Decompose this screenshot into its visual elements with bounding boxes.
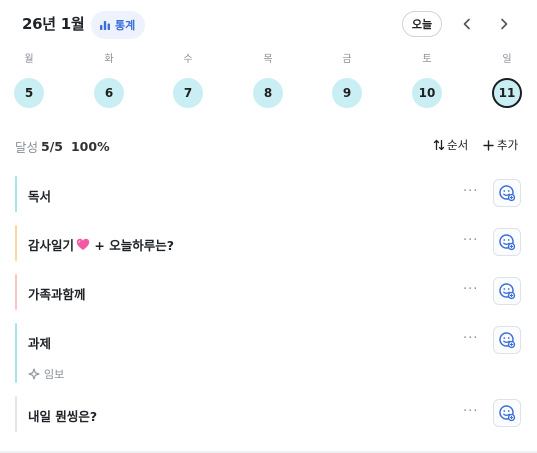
habit-title: 감사일기 + 오늘하루는? — [28, 235, 174, 254]
more-options-button[interactable]: ··· — [463, 184, 478, 199]
achievement-percent: 100% — [70, 139, 110, 154]
sort-label: 순서 — [447, 138, 469, 152]
habit-color-bar — [15, 396, 17, 432]
emotion-button[interactable] — [493, 326, 521, 354]
header: 26년 1월 통계 오늘 — [0, 0, 537, 50]
day-date[interactable]: 9 — [332, 78, 362, 108]
next-week-button[interactable] — [494, 13, 514, 35]
more-options-button[interactable]: ··· — [463, 404, 478, 419]
day-date[interactable]: 8 — [253, 78, 283, 108]
habit-title: 내일 뭔씽은? — [28, 409, 98, 424]
more-options-button[interactable]: ··· — [463, 233, 478, 248]
habit-title: 과제 — [28, 336, 52, 351]
smiley-add-icon — [499, 405, 516, 422]
day-date[interactable]: 6 — [94, 78, 124, 108]
today-button[interactable]: 오늘 — [402, 11, 442, 37]
sort-button[interactable]: 순서 — [433, 137, 468, 153]
smiley-add-icon — [499, 234, 516, 251]
smiley-add-icon — [499, 283, 516, 300]
sparkle-icon — [28, 368, 40, 380]
day-sat[interactable]: 토 10 — [410, 52, 444, 108]
more-options-button[interactable]: ··· — [463, 331, 478, 346]
day-tue[interactable]: 화 6 — [92, 52, 126, 108]
habit-item[interactable]: 가족과함께 ··· — [15, 274, 525, 310]
add-habit-button[interactable]: 추가 — [483, 137, 518, 153]
achievement-label: 달성 — [15, 140, 39, 155]
habit-item[interactable]: 내일 뭔씽은? ··· — [15, 396, 525, 432]
day-wed[interactable]: 수 7 — [171, 52, 205, 108]
emotion-button[interactable] — [493, 228, 521, 256]
habit-color-bar — [15, 274, 17, 310]
month-title: 26년 1월 — [22, 15, 85, 33]
day-date[interactable]: 7 — [173, 78, 203, 108]
day-label: 목 — [263, 54, 273, 65]
smiley-add-icon — [499, 185, 516, 202]
stats-label: 통계 — [115, 19, 136, 32]
day-label: 일 — [502, 54, 512, 65]
habit-color-bar — [15, 323, 17, 383]
habit-item[interactable]: 감사일기 + 오늘하루는? ··· — [15, 225, 525, 261]
day-label: 수 — [183, 54, 193, 65]
habit-color-bar — [15, 225, 17, 261]
day-label: 금 — [342, 54, 352, 65]
day-sun[interactable]: 일 11 — [490, 52, 524, 108]
emotion-button[interactable] — [493, 399, 521, 427]
chevron-left-icon — [463, 18, 470, 30]
habit-item[interactable]: 독서 ··· — [15, 176, 525, 212]
day-date-selected[interactable]: 11 — [492, 78, 522, 108]
smiley-add-icon — [499, 332, 516, 349]
emotion-button[interactable] — [493, 277, 521, 305]
sort-arrows-icon — [433, 139, 445, 151]
day-label: 월 — [24, 54, 34, 65]
habit-color-bar — [15, 176, 17, 212]
chevron-right-icon — [501, 18, 508, 30]
day-label: 토 — [422, 54, 432, 65]
habit-title-text: 감사일기 — [28, 238, 75, 253]
stats-button[interactable]: 통계 — [91, 11, 146, 39]
add-label: 추가 — [497, 138, 519, 152]
emotion-button[interactable] — [493, 179, 521, 207]
habit-title: 독서 — [28, 189, 52, 204]
day-thu[interactable]: 목 8 — [251, 52, 285, 108]
heart-icon — [76, 238, 90, 250]
habit-subtag: 임보 — [28, 366, 64, 382]
habit-title: 가족과함께 — [28, 287, 86, 302]
more-options-button[interactable]: ··· — [463, 282, 478, 297]
day-fri[interactable]: 금 9 — [330, 52, 364, 108]
day-date[interactable]: 10 — [412, 78, 442, 108]
day-label: 화 — [104, 54, 114, 65]
achievement-summary: 달성 5/5 100% — [15, 137, 110, 156]
habit-title-suffix: + 오늘하루는? — [90, 238, 174, 253]
day-mon[interactable]: 월 5 — [12, 52, 46, 108]
day-date[interactable]: 5 — [14, 78, 44, 108]
bar-chart-icon — [100, 21, 110, 30]
achievement-count: 5/5 — [41, 139, 63, 154]
prev-week-button[interactable] — [457, 13, 477, 35]
habit-item[interactable]: 과제 임보 ··· — [15, 323, 525, 383]
habit-subtag-label: 임보 — [44, 368, 65, 381]
plus-icon — [483, 139, 494, 151]
week-strip: 월 5 화 6 수 7 목 8 금 9 토 10 일 11 — [0, 52, 537, 112]
